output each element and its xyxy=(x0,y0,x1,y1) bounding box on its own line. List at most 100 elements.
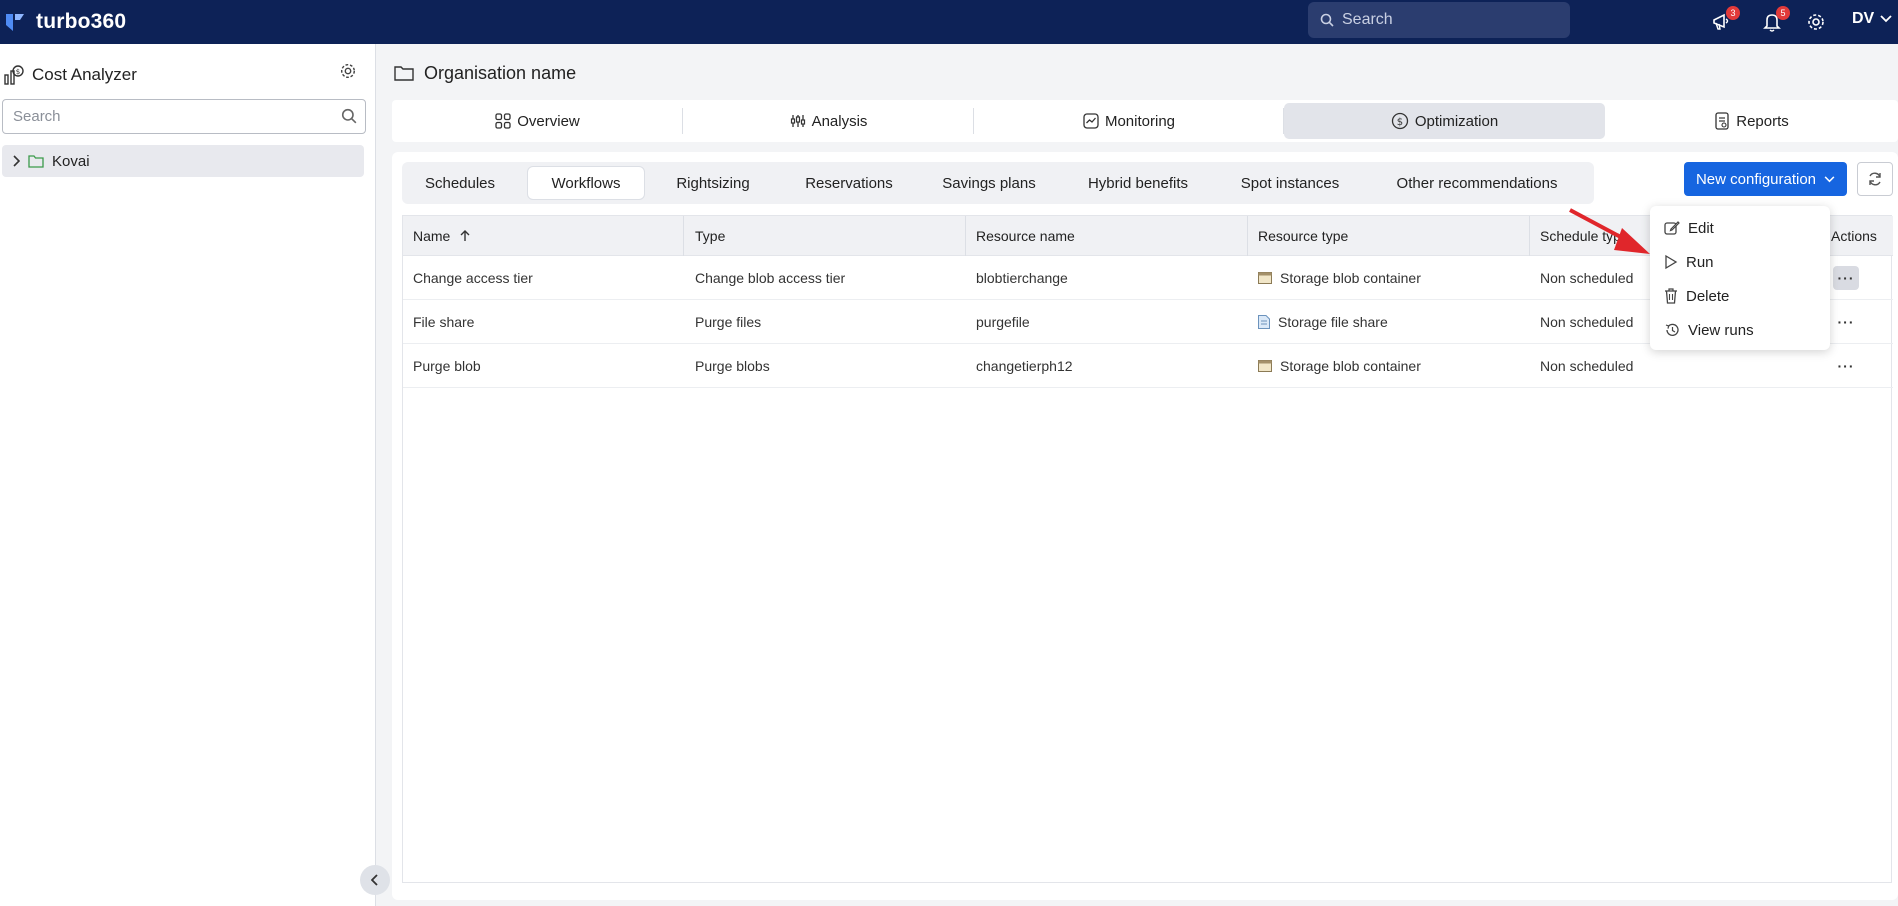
subtab-other-recommendations[interactable]: Other recommendations xyxy=(1368,167,1586,199)
cell-name: File share xyxy=(413,314,475,330)
menu-item-delete[interactable]: Delete xyxy=(1664,284,1729,308)
tab-label: Reports xyxy=(1736,112,1789,130)
resource-type-label: Storage file share xyxy=(1278,314,1388,330)
menu-item-label: Run xyxy=(1686,253,1714,271)
logo-mark-icon xyxy=(6,14,24,31)
chevron-left-icon xyxy=(371,874,378,886)
row-actions-menu: Edit Run Delete View runs xyxy=(1650,206,1830,350)
subtab-reservations[interactable]: Reservations xyxy=(784,167,914,199)
sidebar-settings-button[interactable] xyxy=(339,62,357,83)
tab-optimization[interactable]: $ Optimization xyxy=(1284,100,1605,142)
grid-icon xyxy=(495,113,511,129)
cell-resource-name: blobtierchange xyxy=(976,270,1068,286)
new-configuration-button[interactable]: New configuration xyxy=(1684,162,1847,196)
tab-divider xyxy=(1283,108,1284,134)
tab-label: Optimization xyxy=(1414,112,1499,130)
menu-item-edit[interactable]: Edit xyxy=(1664,216,1714,240)
cell-resource-name: purgefile xyxy=(976,314,1030,330)
refresh-button[interactable] xyxy=(1857,162,1893,196)
cell-type: Purge files xyxy=(695,314,762,330)
user-menu[interactable]: DV xyxy=(1852,10,1892,28)
cost-analyzer-icon: $ xyxy=(4,65,24,85)
subtab-spot-instances[interactable]: Spot instances xyxy=(1222,167,1358,199)
blob-container-icon xyxy=(1258,272,1272,284)
global-search-input[interactable]: Search xyxy=(1308,2,1570,38)
column-header-type[interactable]: Type xyxy=(685,216,725,256)
tree-item-kovai[interactable]: Kovai xyxy=(2,145,364,177)
tab-analysis[interactable]: Analysis xyxy=(683,100,974,142)
menu-item-label: View runs xyxy=(1688,321,1754,339)
notifications-badge: 5 xyxy=(1776,6,1790,20)
table-row[interactable]: Purge blob Purge blobs changetierph12 St… xyxy=(403,344,1893,388)
subtab-label: Other recommendations xyxy=(1396,174,1558,192)
tab-label: Monitoring xyxy=(1104,112,1176,130)
subtab-label: Savings plans xyxy=(942,174,1036,192)
refresh-icon xyxy=(1869,172,1881,186)
folder-icon xyxy=(394,66,414,81)
notifications-button[interactable]: 5 xyxy=(1758,6,1790,36)
sidebar-collapse-button[interactable] xyxy=(360,865,390,895)
subtab-label: Workflows xyxy=(551,174,621,192)
more-horizontal-icon: ··· xyxy=(1837,314,1855,330)
tree-item-label: Kovai xyxy=(52,152,90,170)
subtab-rightsizing[interactable]: Rightsizing xyxy=(652,167,774,199)
settings-button[interactable] xyxy=(1802,8,1830,36)
menu-item-view-runs[interactable]: View runs xyxy=(1664,318,1754,342)
edit-icon xyxy=(1664,221,1680,235)
tab-reports[interactable]: Reports xyxy=(1605,100,1898,142)
more-horizontal-icon: ··· xyxy=(1837,358,1855,374)
subtab-hybrid-benefits[interactable]: Hybrid benefits xyxy=(1064,167,1212,199)
sidebar-search-input[interactable]: Search xyxy=(2,99,366,134)
menu-item-run[interactable]: Run xyxy=(1664,250,1714,274)
chevron-down-icon xyxy=(1824,175,1835,182)
app-name: turbo360 xyxy=(36,10,127,33)
sidebar-header: $ Cost Analyzer xyxy=(0,60,376,90)
chevron-right-icon[interactable] xyxy=(12,155,20,167)
column-header-resource-type[interactable]: Resource type xyxy=(1248,216,1348,256)
column-label: Resource type xyxy=(1258,228,1349,244)
sort-ascending-icon[interactable] xyxy=(460,230,470,242)
row-actions-button[interactable]: ··· xyxy=(1833,310,1859,334)
play-icon xyxy=(1665,254,1678,270)
row-actions-button[interactable]: ··· xyxy=(1833,266,1859,290)
page-title-text: Organisation name xyxy=(424,62,577,83)
file-share-icon xyxy=(1258,315,1270,329)
search-icon xyxy=(1320,13,1334,27)
column-label: Actions xyxy=(1831,228,1877,244)
app-logo[interactable]: turbo360 xyxy=(4,8,126,36)
announcements-badge: 3 xyxy=(1726,6,1740,20)
column-header-resource-name[interactable]: Resource name xyxy=(966,216,1075,256)
tab-label: Overview xyxy=(517,112,580,130)
search-placeholder: Search xyxy=(1342,11,1393,28)
resource-type-label: Storage blob container xyxy=(1280,358,1421,374)
tab-monitoring[interactable]: Monitoring xyxy=(974,100,1284,142)
cell-resource-type: Storage blob container xyxy=(1248,256,1421,300)
subtab-label: Spot instances xyxy=(1240,174,1340,192)
svg-text:$: $ xyxy=(1397,117,1403,128)
subtab-schedules[interactable]: Schedules xyxy=(402,167,518,199)
folder-icon xyxy=(28,155,44,168)
tab-divider xyxy=(973,108,974,134)
column-label: Name xyxy=(413,228,451,244)
cell-name: Purge blob xyxy=(413,358,481,374)
annotation-arrow-icon xyxy=(1569,208,1650,254)
new-configuration-label: New configuration xyxy=(1695,170,1817,188)
page-title: Organisation name xyxy=(394,58,576,88)
subtab-savings-plans[interactable]: Savings plans xyxy=(924,167,1054,199)
blob-container-icon xyxy=(1258,360,1272,372)
subtab-label: Reservations xyxy=(805,174,893,192)
gear-icon xyxy=(340,63,356,79)
more-horizontal-icon: ··· xyxy=(1837,270,1855,286)
announcements-button[interactable]: 3 xyxy=(1708,6,1740,36)
chevron-down-icon xyxy=(1880,15,1892,23)
gear-icon xyxy=(1808,14,1824,30)
monitoring-icon xyxy=(1083,113,1099,129)
column-header-name[interactable]: Name xyxy=(403,216,470,256)
main-nav-tabs: Overview Analysis Monitoring $ Optimizat… xyxy=(392,100,1898,142)
subtab-workflows[interactable]: Workflows xyxy=(528,167,644,199)
cell-name: Change access tier xyxy=(413,270,533,286)
sidebar-title: Cost Analyzer xyxy=(32,65,137,84)
cell-resource-type: Storage file share xyxy=(1248,300,1388,344)
row-actions-button[interactable]: ··· xyxy=(1833,354,1859,378)
tab-overview[interactable]: Overview xyxy=(392,100,683,142)
